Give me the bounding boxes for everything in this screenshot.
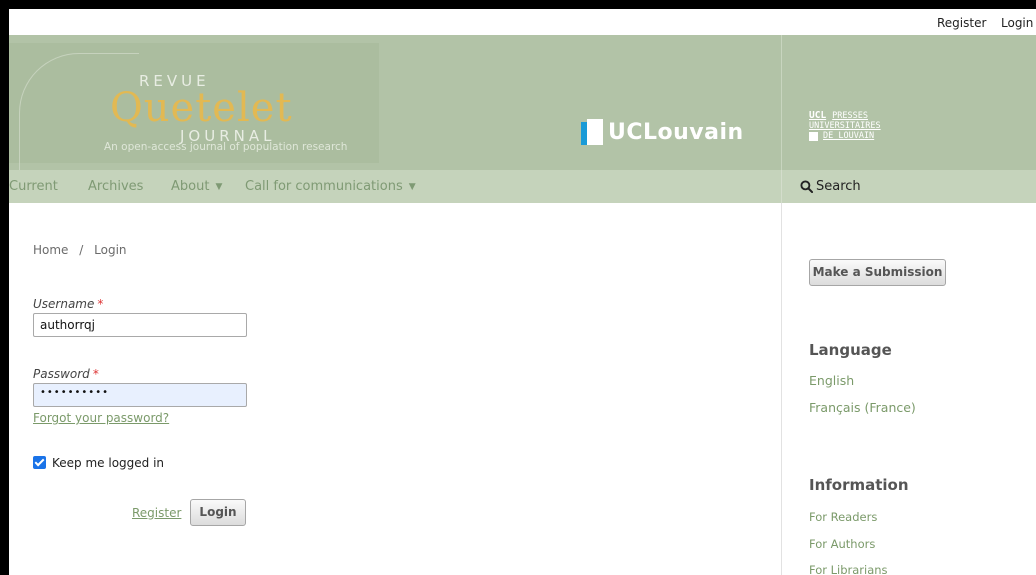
logo-tagline: An open-access journal of population res… xyxy=(104,141,348,153)
information-block-title: Information xyxy=(809,476,909,494)
info-link-authors[interactable]: For Authors xyxy=(809,537,875,551)
breadcrumb-current: Login xyxy=(94,243,127,257)
caret-down-icon: ▼ xyxy=(215,182,223,192)
nav-item-current[interactable]: Current xyxy=(9,179,58,194)
user-nav: Register Login xyxy=(9,9,1036,35)
keep-logged-in-label[interactable]: Keep me logged in xyxy=(52,456,164,470)
nav-item-archives[interactable]: Archives xyxy=(88,179,143,194)
login-button[interactable]: Login xyxy=(190,499,246,526)
search-link[interactable]: Search xyxy=(781,170,1036,203)
breadcrumb-home-link[interactable]: Home xyxy=(33,243,68,257)
username-label-text: Username xyxy=(33,297,95,311)
language-link-francais[interactable]: Français (France) xyxy=(809,400,916,415)
keep-logged-in-checkbox[interactable] xyxy=(33,456,46,469)
make-submission-button[interactable]: Make a Submission xyxy=(809,259,946,286)
nav-item-label: Archives xyxy=(88,179,144,194)
screen-frame-left xyxy=(0,0,9,575)
breadcrumb-separator: / xyxy=(79,243,84,257)
nav-item-label: About xyxy=(171,179,210,194)
password-label-text: Password xyxy=(33,367,90,381)
screen-frame-top xyxy=(0,0,1036,9)
password-label: Password * xyxy=(33,367,99,381)
user-nav-login-link[interactable]: Login xyxy=(1001,16,1033,30)
nav-item-call-for-communications[interactable]: Call for communications ▼ xyxy=(245,179,416,194)
search-icon xyxy=(800,180,813,193)
required-mark: * xyxy=(92,367,99,381)
search-label: Search xyxy=(816,179,861,194)
presses-square-icon xyxy=(809,131,818,141)
nav-item-label: Call for communications xyxy=(245,179,403,194)
presses-universitaires-text: UNIVERSITAIRES xyxy=(809,121,881,131)
sidebar-divider xyxy=(781,203,782,575)
language-block-title: Language xyxy=(809,341,892,359)
uclouvain-mark-icon xyxy=(581,119,603,145)
site-header: REVUE Quetelet JOURNAL An open-access jo… xyxy=(9,35,1036,173)
breadcrumb: Home / Login xyxy=(33,243,127,257)
password-input[interactable]: •••••••••• xyxy=(33,383,247,407)
journal-logo[interactable]: REVUE Quetelet JOURNAL An open-access jo… xyxy=(9,43,379,173)
caret-down-icon: ▼ xyxy=(408,182,416,192)
forgot-password-link[interactable]: Forgot your password? xyxy=(33,411,169,425)
nav-item-label: Current xyxy=(9,179,58,194)
presses-louvain-text: DE LOUVAIN xyxy=(823,131,875,141)
username-label: Username * xyxy=(33,297,103,311)
register-link[interactable]: Register xyxy=(132,506,181,520)
info-link-readers[interactable]: For Readers xyxy=(809,510,877,524)
required-mark: * xyxy=(97,297,104,311)
user-nav-register-link[interactable]: Register xyxy=(937,16,986,30)
presses-universitaires-logo[interactable]: UCL PRESSES UNIVERSITAIRES DE LOUVAIN xyxy=(809,111,881,141)
logo-quetelet-text: Quetelet xyxy=(110,85,293,131)
nav-item-about[interactable]: About ▼ xyxy=(171,179,222,194)
header-divider xyxy=(781,35,782,170)
username-input[interactable] xyxy=(33,313,247,337)
info-link-librarians[interactable]: For Librarians xyxy=(809,563,888,575)
primary-nav: Current Archives About ▼ Call for communi… xyxy=(9,170,1036,203)
presses-ucl-text: UCL xyxy=(809,110,827,121)
uclouvain-logo-text: UCLouvain xyxy=(608,119,744,145)
presses-text: PRESSES xyxy=(832,111,868,121)
language-link-english[interactable]: English xyxy=(809,373,854,388)
uclouvain-logo[interactable]: UCLouvain xyxy=(581,117,744,147)
